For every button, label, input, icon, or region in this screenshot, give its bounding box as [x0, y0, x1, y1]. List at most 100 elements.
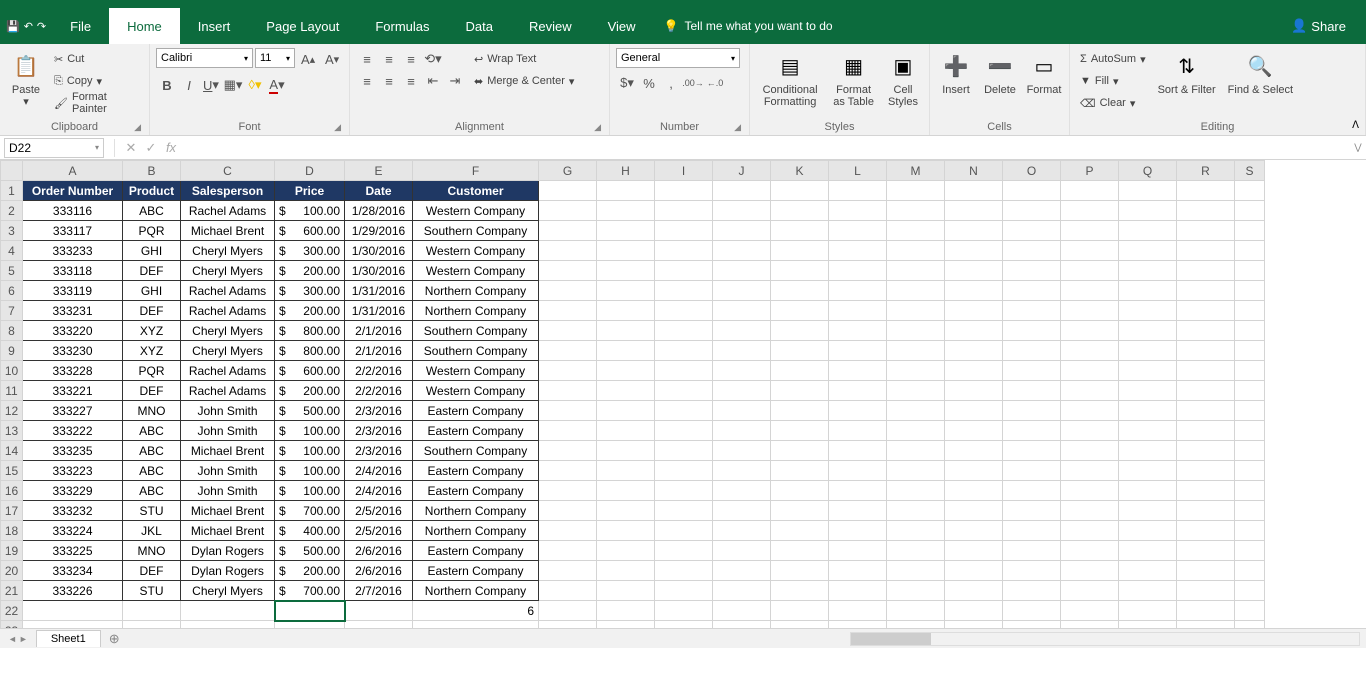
cell[interactable] [887, 481, 945, 501]
select-all-cell[interactable] [1, 161, 23, 181]
cell[interactable] [1003, 281, 1061, 301]
cell[interactable] [771, 421, 829, 441]
cell[interactable] [539, 381, 597, 401]
cell[interactable] [345, 621, 413, 629]
cell[interactable] [945, 201, 1003, 221]
cell[interactable] [1119, 181, 1177, 201]
cell[interactable] [713, 241, 771, 261]
cell[interactable] [771, 381, 829, 401]
cell[interactable] [1003, 601, 1061, 621]
expand-formula-bar-icon[interactable]: ⋁ [1350, 142, 1366, 153]
row-header[interactable]: 21 [1, 581, 23, 601]
cell[interactable] [945, 441, 1003, 461]
cell[interactable] [597, 341, 655, 361]
cell[interactable] [829, 301, 887, 321]
cell[interactable] [829, 501, 887, 521]
cell[interactable] [1003, 201, 1061, 221]
cell[interactable] [1235, 241, 1265, 261]
row-header[interactable]: 16 [1, 481, 23, 501]
cell[interactable]: ABC [123, 201, 181, 221]
cell[interactable]: Michael Brent [181, 521, 275, 541]
cell[interactable] [771, 201, 829, 221]
cell[interactable] [945, 241, 1003, 261]
cell[interactable] [1003, 441, 1061, 461]
cell[interactable] [713, 421, 771, 441]
cell[interactable] [1235, 581, 1265, 601]
cell[interactable] [1119, 341, 1177, 361]
italic-button[interactable]: I [178, 74, 200, 96]
cell[interactable]: 2/3/2016 [345, 421, 413, 441]
row-header[interactable]: 9 [1, 341, 23, 361]
cell[interactable]: Southern Company [413, 321, 539, 341]
cell[interactable]: XYZ [123, 321, 181, 341]
cell[interactable]: 333232 [23, 501, 123, 521]
cell[interactable] [1235, 621, 1265, 629]
cell[interactable]: $100.00 [275, 201, 345, 221]
cell[interactable] [945, 561, 1003, 581]
row-header[interactable]: 10 [1, 361, 23, 381]
cell[interactable] [829, 261, 887, 281]
cell[interactable] [1119, 241, 1177, 261]
row-header[interactable]: 13 [1, 421, 23, 441]
cell[interactable]: Southern Company [413, 441, 539, 461]
cell[interactable] [539, 601, 597, 621]
cell[interactable] [1177, 201, 1235, 221]
share-button[interactable]: 👤 Share [1271, 8, 1366, 44]
dialog-launcher-icon[interactable]: ◢ [734, 122, 741, 133]
cell[interactable]: Rachel Adams [181, 201, 275, 221]
cell[interactable] [597, 501, 655, 521]
cell[interactable] [655, 581, 713, 601]
row-header[interactable]: 7 [1, 301, 23, 321]
cell[interactable]: 1/30/2016 [345, 261, 413, 281]
underline-button[interactable]: U▾ [200, 74, 222, 96]
cell[interactable]: PQR [123, 221, 181, 241]
cell[interactable] [887, 541, 945, 561]
cell[interactable]: Michael Brent [181, 501, 275, 521]
cell[interactable] [1003, 181, 1061, 201]
cell[interactable] [1003, 301, 1061, 321]
cell[interactable]: $200.00 [275, 301, 345, 321]
cell[interactable] [771, 401, 829, 421]
tab-formulas[interactable]: Formulas [357, 8, 447, 44]
cell[interactable] [713, 521, 771, 541]
cell[interactable]: Western Company [413, 201, 539, 221]
cell[interactable] [771, 221, 829, 241]
cell[interactable] [597, 581, 655, 601]
cell[interactable] [713, 401, 771, 421]
cell[interactable] [123, 621, 181, 629]
cell[interactable] [1119, 601, 1177, 621]
cell[interactable] [655, 441, 713, 461]
column-header[interactable]: A [23, 161, 123, 181]
cell[interactable]: Order Number [23, 181, 123, 201]
cell[interactable] [713, 441, 771, 461]
cell[interactable] [655, 421, 713, 441]
cell[interactable] [539, 561, 597, 581]
row-header[interactable]: 20 [1, 561, 23, 581]
cell[interactable]: 2/3/2016 [345, 441, 413, 461]
cell[interactable] [713, 321, 771, 341]
cell[interactable]: $100.00 [275, 461, 345, 481]
cell[interactable] [887, 201, 945, 221]
tab-file[interactable]: File [52, 8, 109, 44]
cell[interactable]: $300.00 [275, 241, 345, 261]
cell[interactable]: JKL [123, 521, 181, 541]
cell[interactable] [539, 181, 597, 201]
cell[interactable]: Eastern Company [413, 561, 539, 581]
cell[interactable] [597, 221, 655, 241]
cell[interactable] [829, 401, 887, 421]
cell[interactable] [1235, 461, 1265, 481]
sort-filter-button[interactable]: ⇅Sort & Filter [1154, 48, 1220, 98]
redo-icon[interactable]: ↷ [37, 20, 46, 33]
cell[interactable] [887, 341, 945, 361]
cell[interactable] [945, 361, 1003, 381]
cell[interactable] [597, 241, 655, 261]
cell[interactable] [1003, 541, 1061, 561]
cell[interactable] [945, 301, 1003, 321]
cell[interactable] [1119, 621, 1177, 629]
next-sheet-icon[interactable]: ► [19, 634, 28, 644]
cell[interactable]: 1/30/2016 [345, 241, 413, 261]
cell[interactable] [1235, 561, 1265, 581]
cell[interactable] [1119, 381, 1177, 401]
row-header[interactable]: 22 [1, 601, 23, 621]
cell[interactable] [887, 261, 945, 281]
